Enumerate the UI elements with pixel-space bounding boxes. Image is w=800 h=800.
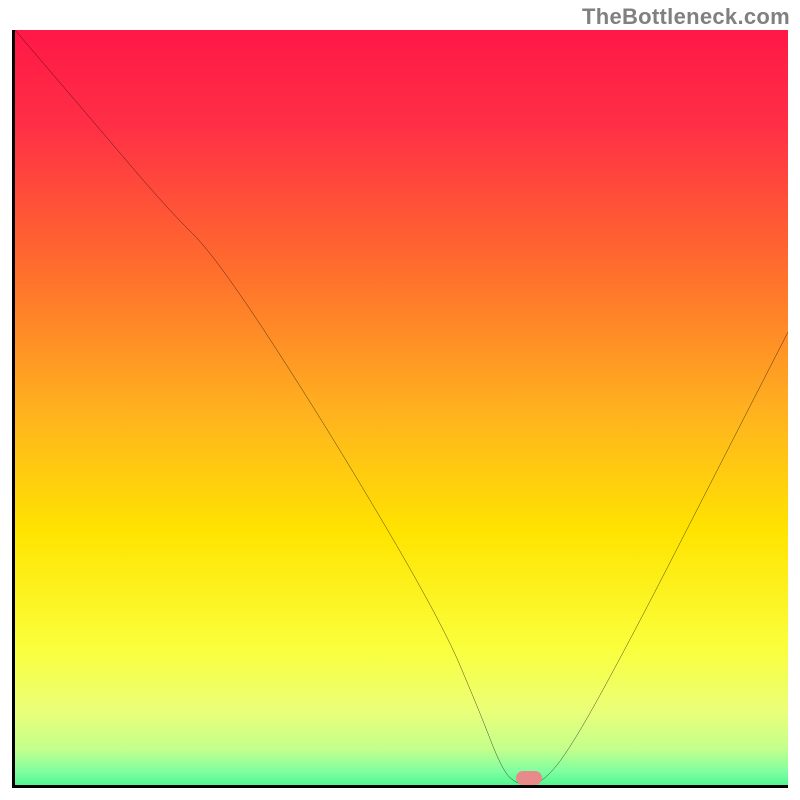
bottleneck-chart: TheBottleneck.com: [0, 0, 800, 800]
curve-layer: [15, 30, 788, 785]
bottleneck-curve-path: [15, 30, 788, 785]
watermark-text: TheBottleneck.com: [582, 4, 790, 30]
plot-area: [12, 30, 788, 788]
optimal-marker: [516, 771, 542, 785]
